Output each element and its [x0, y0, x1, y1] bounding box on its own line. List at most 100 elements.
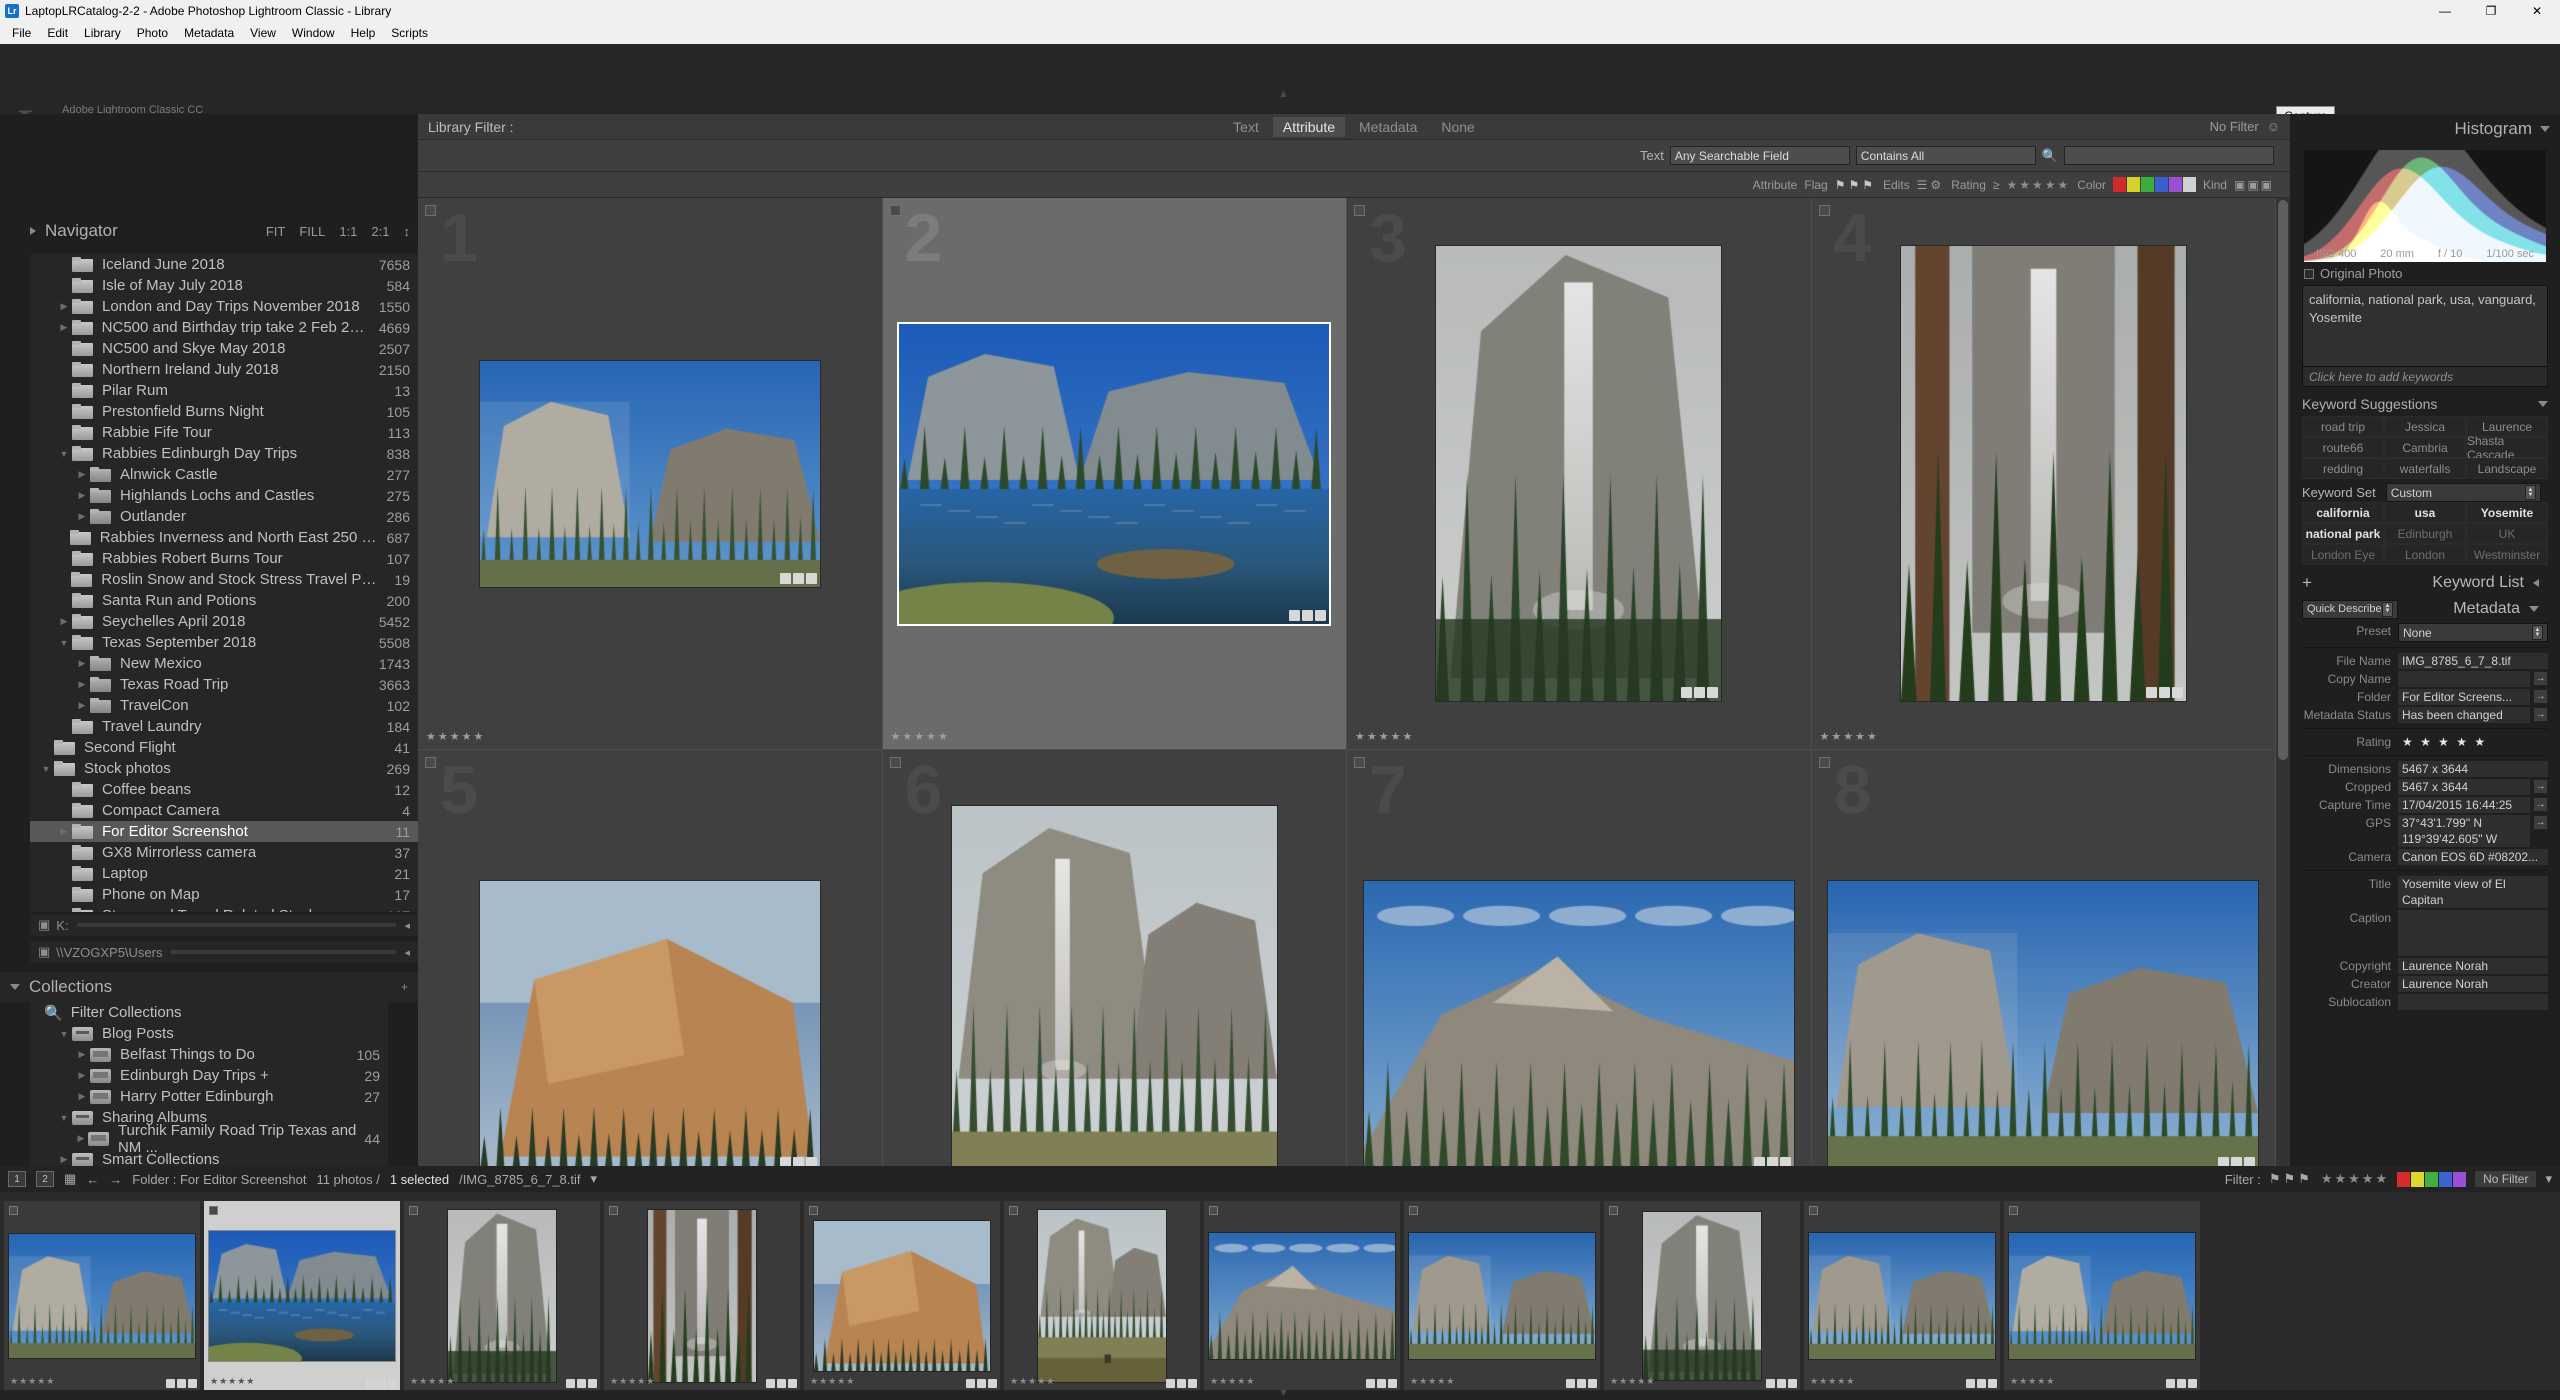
histogram-header[interactable]: Histogram: [2290, 114, 2560, 144]
folder-row[interactable]: ▶ Alnwick Castle 277: [30, 464, 418, 485]
folder-row[interactable]: Rabbie Fife Tour 113: [30, 422, 418, 443]
filmstrip-filter-stars[interactable]: ★★★★★: [2321, 1171, 2389, 1187]
grid-thumbnail[interactable]: [1828, 880, 2259, 1171]
metadata-value[interactable]: 37°43'1.799" N 119°39'42.605" W: [2398, 815, 2530, 847]
keyword-suggestion[interactable]: road trip: [2302, 416, 2384, 437]
search-field-select[interactable]: Any Searchable Field: [1669, 146, 1850, 165]
keyword-list-header[interactable]: + Keyword List: [2302, 570, 2548, 596]
crop-badge-icon[interactable]: [777, 1379, 786, 1388]
keyword-badge-icon[interactable]: [1766, 1379, 1775, 1388]
collections-disclosure-icon[interactable]: [10, 984, 20, 990]
keyword-suggestions-grid[interactable]: road trip Jessica Laurence route66 Cambria Sh…: [2302, 416, 2548, 479]
keyword-list-disclosure-icon[interactable]: [2533, 579, 2539, 587]
keyword-suggestion[interactable]: Landscape: [2466, 458, 2548, 479]
develop-badge-icon[interactable]: [805, 572, 817, 584]
folder-row[interactable]: Rabbies Inverness and North East 250 plu…: [30, 527, 418, 548]
page-button-2[interactable]: 2: [36, 1171, 54, 1187]
metadata-row[interactable]: Metadata Status Has been changed →: [2302, 706, 2548, 724]
filmstrip-cell[interactable]: ★★★★★: [204, 1201, 400, 1391]
metadata-value[interactable]: ★ ★ ★ ★ ★: [2398, 734, 2548, 750]
metadata-view-select[interactable]: Quick Describe ▲ ▼: [2302, 599, 2398, 619]
collection-row[interactable]: ▶ Edinburgh Day Trips + 29: [30, 1065, 388, 1086]
keyword-set-grid[interactable]: california usa Yosemite national park Edinbu…: [2302, 502, 2548, 565]
grid-thumbnail[interactable]: [479, 360, 820, 587]
filmstrip-cell-flag-icon[interactable]: [2009, 1206, 2018, 1215]
folder-row[interactable]: Coffee beans 12: [30, 779, 418, 800]
crop-badge-icon[interactable]: [1377, 1379, 1386, 1388]
metadata-value[interactable]: [2398, 994, 2548, 1010]
folder-disclosure-icon[interactable]: ▶: [56, 616, 72, 627]
filmstrip-filter-group[interactable]: Filter : ⚑⚑⚑ ★★★★★ No Filter ▾: [2225, 1170, 2552, 1188]
keyword-badge-icon[interactable]: [166, 1379, 175, 1388]
filter-tab-none[interactable]: None: [1431, 117, 1484, 137]
filmstrip-cell-badges[interactable]: [1966, 1379, 1997, 1388]
folder-row[interactable]: NC500 and Skye May 2018 2507: [30, 338, 418, 359]
metadata-row[interactable]: Cropped 5467 x 3644 →: [2302, 778, 2548, 796]
grid-scrollbar[interactable]: [2276, 198, 2290, 1302]
grid-cell[interactable]: 4 ★★★★★: [1811, 198, 2276, 750]
filter-color-swatch-0[interactable]: [2112, 177, 2126, 192]
filmstrip-cell-flag-icon[interactable]: [609, 1206, 618, 1215]
metadata-value[interactable]: 5467 x 3644: [2398, 779, 2530, 795]
metadata-preset-select[interactable]: None ▲ ▼: [2398, 623, 2548, 642]
collections-add-icon[interactable]: +: [401, 980, 408, 994]
filmstrip-cell[interactable]: ★★★★★: [604, 1201, 800, 1391]
keyword-badge-icon[interactable]: [1966, 1379, 1975, 1388]
metadata-value[interactable]: 17/04/2015 16:44:25: [2398, 797, 2530, 813]
rating-stars[interactable]: ★★★★★: [2006, 178, 2070, 192]
folder-row[interactable]: ▶ NC500 and Birthday trip take 2 Feb 2018…: [30, 317, 418, 338]
filmstrip-cell-flag-icon[interactable]: [209, 1206, 218, 1215]
keyword-list-add-icon[interactable]: +: [2302, 573, 2312, 593]
metadata-goto-icon[interactable]: →: [2533, 779, 2548, 794]
metadata-row[interactable]: Title Yosemite view of El Capitan: [2302, 875, 2548, 909]
volume-row[interactable]: ▣ K: ◂: [30, 914, 418, 936]
keyword-badge-icon[interactable]: [766, 1379, 775, 1388]
filter-color-swatch-2[interactable]: [2140, 177, 2154, 192]
filter-tab-attribute[interactable]: Attribute: [1272, 116, 1345, 137]
filmstrip-cell-rating[interactable]: ★★★★★: [1610, 1376, 1655, 1387]
crop-badge-icon[interactable]: [1777, 1379, 1786, 1388]
folder-row[interactable]: Iceland June 2018 7658: [30, 254, 418, 275]
keyword-badge-icon[interactable]: [1566, 1379, 1575, 1388]
folder-row[interactable]: Prestonfield Burns Night 105: [30, 401, 418, 422]
collection-row[interactable]: ▶ Turchik Family Road Trip Texas and NM .…: [30, 1122, 388, 1156]
filmstrip-cell-rating[interactable]: ★★★★★: [2010, 1376, 2055, 1387]
develop-badge-icon[interactable]: [1588, 1379, 1597, 1388]
page-button-1[interactable]: 1: [8, 1171, 26, 1187]
grid-cell[interactable]: 3 ★★★★★: [1347, 198, 1812, 750]
metadata-value[interactable]: For Editor Screens...: [2398, 689, 2530, 705]
menu-window[interactable]: Window: [284, 24, 343, 42]
filmstrip-filename[interactable]: /IMG_8785_6_7_8.tif: [459, 1172, 580, 1187]
crop-badge-icon[interactable]: [377, 1379, 386, 1388]
filmstrip-filter-menu-icon[interactable]: ▾: [2545, 1171, 2552, 1187]
histogram-disclosure-icon[interactable]: [2540, 126, 2550, 132]
keyword-badge-icon[interactable]: [366, 1379, 375, 1388]
collection-disclosure-icon[interactable]: ▶: [74, 1133, 88, 1144]
volume-menu-icon[interactable]: ◂: [404, 919, 410, 932]
filmstrip-filter-colors[interactable]: [2397, 1171, 2467, 1187]
filmstrip-cell-badges[interactable]: [966, 1379, 997, 1388]
filmstrip-cell-badges[interactable]: [2166, 1379, 2197, 1388]
crop-badge-icon[interactable]: [1694, 687, 1706, 698]
folder-row[interactable]: ▶ TravelCon 102: [30, 695, 418, 716]
filmstrip-cell-rating[interactable]: ★★★★★: [810, 1376, 855, 1387]
filmstrip-cell-flag-icon[interactable]: [1809, 1206, 1818, 1215]
back-icon[interactable]: ←: [86, 1172, 99, 1187]
original-photo-checkbox[interactable]: [2304, 268, 2314, 279]
grid-thumbnail[interactable]: [1900, 246, 2186, 701]
filmstrip-cell-rating[interactable]: ★★★★★: [1210, 1376, 1255, 1387]
folder-row[interactable]: ▶ Highlands Lochs and Castles 275: [30, 485, 418, 506]
collection-disclosure-icon[interactable]: ▼: [56, 1113, 72, 1123]
filmstrip-cell-flag-icon[interactable]: [1209, 1206, 1218, 1215]
folder-disclosure-icon[interactable]: ▶: [56, 826, 72, 837]
grid-cell[interactable]: 2 ★★★★★: [882, 198, 1347, 750]
original-photo-toggle[interactable]: Original Photo: [2304, 266, 2546, 281]
metadata-value[interactable]: IMG_8785_6_7_8.tif: [2398, 653, 2548, 669]
grid-cell-flag-checkbox[interactable]: [425, 757, 436, 768]
crop-badge-icon[interactable]: [2158, 687, 2170, 698]
folder-row[interactable]: ▶ New Mexico 1743: [30, 653, 418, 674]
folder-row[interactable]: ▼ Rabbies Edinburgh Day Trips 838: [30, 443, 418, 464]
filter-color-swatch-4[interactable]: [2168, 177, 2182, 192]
collection-disclosure-icon[interactable]: ▶: [74, 1070, 90, 1081]
metadata-row[interactable]: Rating ★ ★ ★ ★ ★: [2302, 733, 2548, 751]
